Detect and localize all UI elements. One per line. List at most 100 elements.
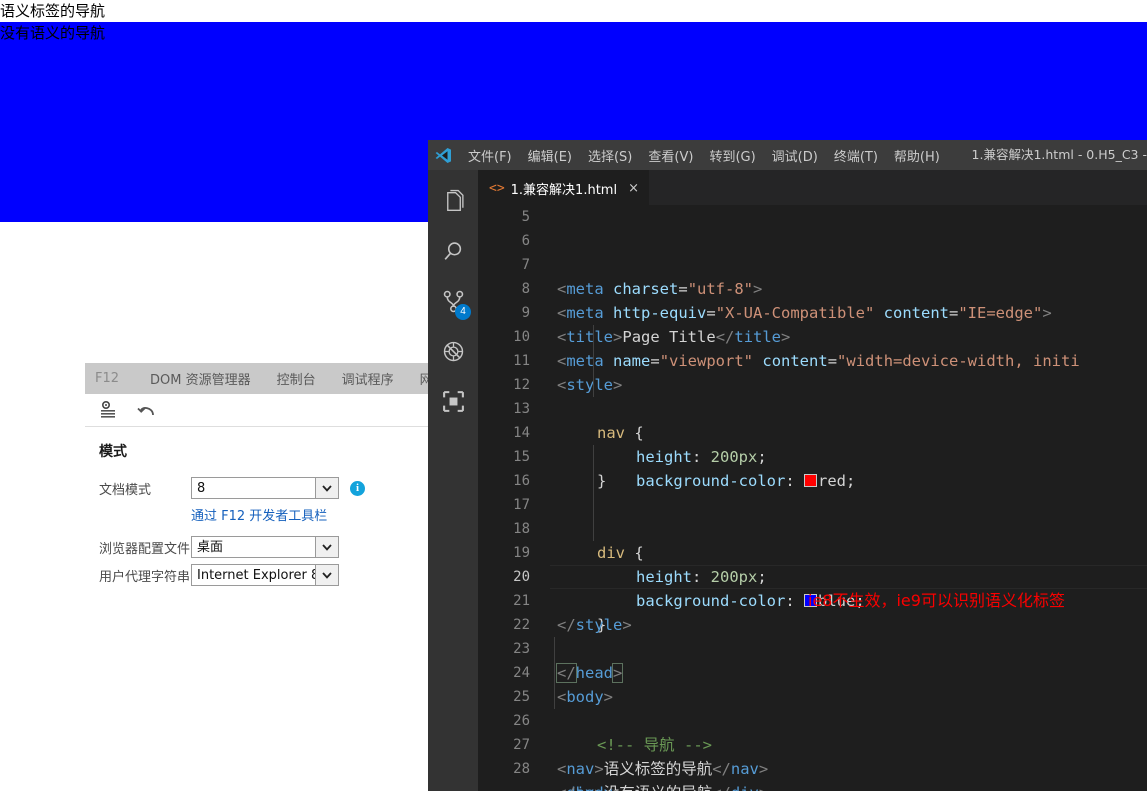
- code-line: 19 </style>: [478, 541, 1147, 634]
- line-number: 19: [513, 545, 530, 561]
- line-number: 17: [513, 497, 530, 513]
- menu-help[interactable]: 帮助(H): [886, 143, 948, 168]
- vscode-menu-bar: 文件(F) 编辑(E) 选择(S) 查看(V) 转到(G) 调试(D) 终端(T…: [460, 143, 948, 168]
- screen: 语义标签的导航 没有语义的导航 F12 DOM 资源管理器 控制台 调试程序 网: [0, 0, 1147, 791]
- settings-icon[interactable]: [99, 399, 121, 421]
- code-line: 21 ie8不生效，ie9可以识别语义化标签: [478, 589, 1147, 613]
- label-document-mode: 文档模式: [99, 482, 152, 498]
- line-number: 26: [513, 713, 530, 729]
- html-file-icon: <>: [489, 180, 505, 196]
- source-control-badge: 4: [455, 304, 471, 320]
- select-document-mode[interactable]: 8: [191, 477, 339, 499]
- vscode-main: 4 <> 1.兼容解决1.html × 5 <meta charset="utf…: [428, 170, 1147, 791]
- info-icon[interactable]: i: [350, 480, 365, 496]
- code-line: 6 <meta http-equiv="X-UA-Compatible" con…: [478, 229, 1147, 322]
- tab-dom-explorer[interactable]: DOM 资源管理器: [137, 369, 264, 388]
- line-number: 23: [513, 641, 530, 657]
- code-line: 5 <meta charset="utf-8">: [478, 205, 1147, 298]
- page-nav-element: 语义标签的导航: [0, 2, 106, 20]
- code-line: 18 }: [478, 517, 1147, 634]
- code-line: 13 }: [478, 397, 1147, 490]
- close-icon[interactable]: ×: [628, 181, 639, 196]
- extensions-icon: [441, 389, 466, 418]
- label-user-agent: 用户代理字符串: [99, 569, 191, 585]
- code-editor[interactable]: 5 <meta charset="utf-8"> 6 <meta http-eq…: [478, 205, 1147, 791]
- code-line: 14: [478, 421, 1147, 445]
- line-number: 11: [513, 353, 530, 369]
- select-browser-profile-value: 桌面: [197, 540, 224, 555]
- menu-terminal[interactable]: 终端(T): [826, 143, 886, 168]
- run-debug-icon: [441, 339, 466, 368]
- menu-edit[interactable]: 编辑(E): [520, 143, 580, 168]
- f12-toolbar: [85, 394, 444, 427]
- chevron-down-icon[interactable]: [315, 565, 338, 585]
- editor-tab-active[interactable]: <> 1.兼容解决1.html ×: [478, 170, 649, 205]
- code-line: 12 background-color: red;: [478, 373, 1147, 490]
- refresh-icon[interactable]: [137, 399, 159, 421]
- code-line: 11 height: 200px;: [478, 349, 1147, 466]
- line-number: 18: [513, 521, 530, 537]
- section-title-mode: 模式: [99, 444, 127, 460]
- code-line: 27: [478, 733, 1147, 757]
- line-number: 15: [513, 449, 530, 465]
- activity-explorer[interactable]: [428, 178, 478, 228]
- code-line: 25 <div>没有语义的导航</div>: [478, 685, 1147, 791]
- select-user-agent[interactable]: Internet Explorer 8: [191, 564, 339, 586]
- editor-tab-bar: <> 1.兼容解决1.html ×: [478, 170, 1147, 205]
- line-number: 6: [521, 233, 530, 249]
- activity-run-debug[interactable]: [428, 328, 478, 378]
- code-line: 9 <style>: [478, 301, 1147, 394]
- code-line: 23 <!-- 导航 -->: [478, 637, 1147, 754]
- line-number: 20: [513, 569, 530, 585]
- menu-go[interactable]: 转到(G): [701, 143, 763, 168]
- annotation-overlay: ie8不生效，ie9可以识别语义化标签: [808, 591, 1065, 610]
- menu-file[interactable]: 文件(F): [460, 143, 520, 168]
- vscode-window: 文件(F) 编辑(E) 选择(S) 查看(V) 转到(G) 调试(D) 终端(T…: [428, 140, 1147, 791]
- line-number: 22: [513, 617, 530, 633]
- line-number: 28: [513, 761, 530, 777]
- menu-view[interactable]: 查看(V): [640, 143, 701, 168]
- ie-f12-devtools-panel: F12 DOM 资源管理器 控制台 调试程序 网 模式 文档模式 8 i 通过 …: [85, 363, 445, 791]
- menu-debug[interactable]: 调试(D): [764, 143, 826, 168]
- tab-console[interactable]: 控制台: [264, 369, 329, 388]
- line-number: 5: [521, 209, 530, 225]
- select-browser-profile[interactable]: 桌面: [191, 536, 339, 558]
- line-number: 8: [521, 281, 530, 297]
- line-number: 13: [513, 401, 530, 417]
- files-icon: [441, 189, 466, 218]
- editor-column: <> 1.兼容解决1.html × 5 <meta charset="utf-8…: [478, 170, 1147, 791]
- activity-bar: 4: [428, 170, 478, 791]
- menu-selection[interactable]: 选择(S): [580, 143, 640, 168]
- line-number: 9: [521, 305, 530, 321]
- f12-emulation-body: 模式 文档模式 8 i 通过 F12 开发者工具栏 浏览器配置文件 桌面 用户代…: [85, 427, 444, 586]
- tab-debugger[interactable]: 调试程序: [329, 369, 407, 388]
- activity-source-control[interactable]: 4: [428, 278, 478, 328]
- line-number: 12: [513, 377, 530, 393]
- line-number: 25: [513, 689, 530, 705]
- code-line: 15 div {: [478, 445, 1147, 562]
- f12-label: F12: [95, 371, 120, 386]
- label-browser-profile: 浏览器配置文件: [99, 541, 191, 557]
- activity-search[interactable]: [428, 228, 478, 278]
- vscode-logo-icon: [435, 147, 452, 164]
- activity-extensions[interactable]: [428, 378, 478, 428]
- row-document-mode: 文档模式 8 i: [99, 477, 444, 499]
- chevron-down-icon[interactable]: [315, 537, 338, 557]
- code-line: 10 nav {: [478, 325, 1147, 442]
- line-number: 16: [513, 473, 530, 489]
- code-line: 28 </html>: [478, 757, 1147, 781]
- line-number: 27: [513, 737, 530, 753]
- line-number: 24: [513, 665, 530, 681]
- select-document-mode-value: 8: [197, 481, 206, 496]
- code-line: 8 <meta name="viewport" content="width=d…: [478, 277, 1147, 370]
- f12-toolbar-link[interactable]: 通过 F12 开发者工具栏: [191, 505, 444, 524]
- f12-tab-bar: F12 DOM 资源管理器 控制台 调试程序 网: [85, 363, 444, 394]
- window-title: 1.兼容解决1.html - 0.H5_C3 -: [971, 147, 1147, 162]
- select-user-agent-value: Internet Explorer 8: [197, 568, 320, 583]
- chevron-down-icon[interactable]: [315, 478, 338, 498]
- code-line: 24 <nav>语义标签的导航</nav>: [478, 661, 1147, 778]
- line-number: 14: [513, 425, 530, 441]
- code-line: 16 height: 200px;: [478, 469, 1147, 586]
- code-line: 17 background-color: blue;: [478, 493, 1147, 610]
- code-line: 22 <body>: [478, 613, 1147, 706]
